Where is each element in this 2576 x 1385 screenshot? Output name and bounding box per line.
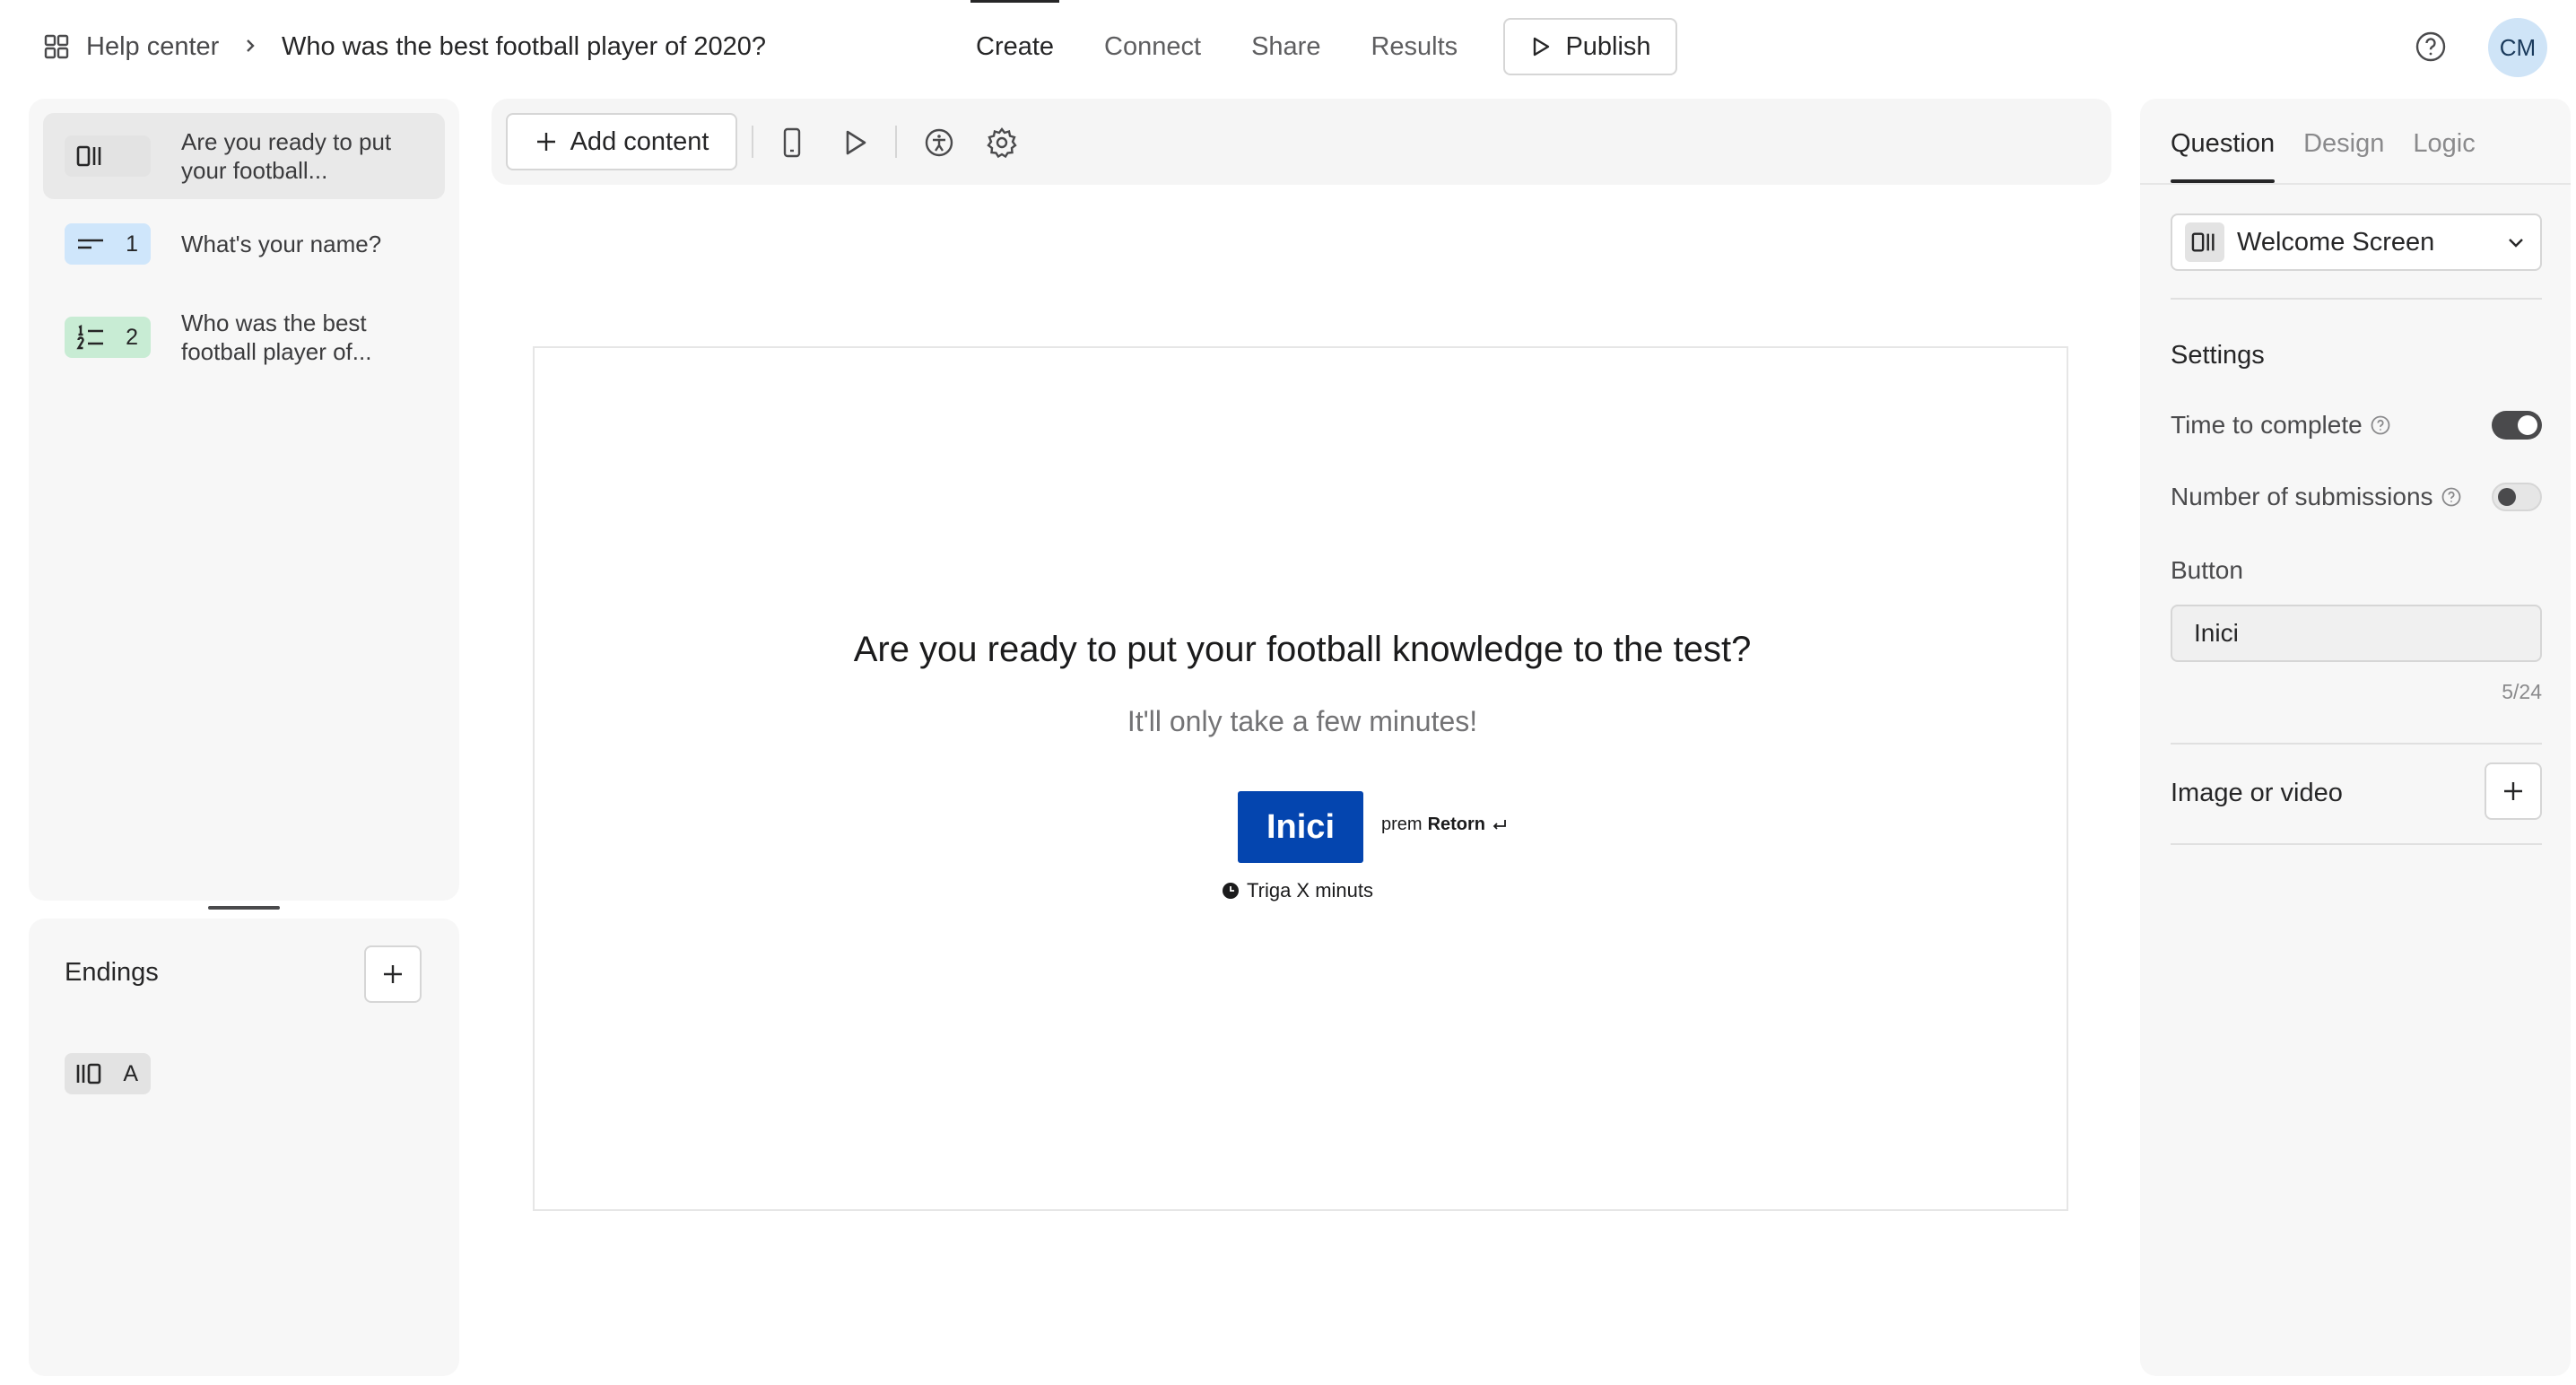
question-badge: 2 xyxy=(65,317,151,358)
info-icon[interactable] xyxy=(2441,486,2462,508)
publish-button[interactable]: Publish xyxy=(1503,18,1677,75)
question-type-select[interactable]: Welcome Screen xyxy=(2171,213,2542,271)
start-button[interactable]: Inici xyxy=(1238,791,1363,863)
press-key: Retorn xyxy=(1427,814,1486,834)
chevron-right-icon xyxy=(240,32,260,59)
ending-screen-icon xyxy=(74,1060,104,1087)
play-icon xyxy=(1529,35,1553,58)
press-enter-hint: prem Retorn xyxy=(1381,814,1509,835)
publish-label: Publish xyxy=(1565,31,1651,61)
divider xyxy=(2171,743,2542,745)
endings-panel: Endings A xyxy=(29,919,459,1376)
setting-time-to-complete: Time to complete xyxy=(2171,407,2542,443)
toolbar-divider xyxy=(752,126,753,158)
properties-tabs: Question Design Logic xyxy=(2171,126,2476,183)
divider xyxy=(2171,298,2542,300)
question-item-welcome[interactable]: Are you ready to put your football... xyxy=(43,113,445,199)
question-item-2[interactable]: 2 Who was the best football player of... xyxy=(43,301,445,373)
tab-logic[interactable]: Logic xyxy=(2413,126,2475,183)
play-preview-icon[interactable] xyxy=(838,126,872,160)
user-avatar[interactable]: CM xyxy=(2488,18,2547,77)
plus-icon xyxy=(535,130,558,153)
add-image-video-button[interactable] xyxy=(2485,762,2542,820)
panel-resize-handle[interactable] xyxy=(208,906,280,910)
char-count: 5/24 xyxy=(2502,680,2542,703)
plus-icon xyxy=(380,962,405,987)
press-prefix: prem xyxy=(1381,814,1423,834)
image-video-label: Image or video xyxy=(2171,779,2343,807)
numbered-list-icon xyxy=(75,324,106,351)
number-of-submissions-toggle[interactable] xyxy=(2492,483,2542,511)
accessibility-icon[interactable] xyxy=(922,126,956,160)
tab-create[interactable]: Create xyxy=(951,0,1079,93)
question-badge: 1 xyxy=(65,223,151,265)
add-content-button[interactable]: Add content xyxy=(506,113,737,170)
settings-gear-icon[interactable] xyxy=(985,126,1019,160)
properties-panel: Question Design Logic Welcome Screen Set… xyxy=(2140,99,2571,1376)
setting-label: Number of submissions xyxy=(2171,483,2433,510)
question-type-label: Welcome Screen xyxy=(2237,227,2435,257)
time-to-complete-hint: Triga X minuts xyxy=(1222,879,1373,902)
question-badge xyxy=(65,135,151,177)
tab-question[interactable]: Question xyxy=(2171,126,2276,183)
enter-key-icon xyxy=(1491,817,1509,833)
clock-icon xyxy=(1222,882,1240,900)
question-list-panel: Are you ready to put your football... 1 … xyxy=(29,99,459,901)
grid-icon xyxy=(43,33,70,60)
divider xyxy=(2171,843,2542,845)
plus-icon xyxy=(2501,779,2526,804)
help-icon[interactable] xyxy=(2413,29,2449,65)
time-to-complete-toggle[interactable] xyxy=(2492,411,2542,440)
button-field-label: Button xyxy=(2171,556,2243,584)
form-title[interactable]: Who was the best football player of 2020… xyxy=(282,27,784,66)
welcome-screen-icon xyxy=(75,143,106,170)
tab-results[interactable]: Results xyxy=(1345,0,1483,93)
tabs-underline xyxy=(2140,183,2571,185)
breadcrumb-root[interactable]: Help center xyxy=(43,27,219,66)
main-nav: Create Connect Share Results xyxy=(951,0,1483,93)
question-item-1[interactable]: 1 What's your name? xyxy=(43,215,445,273)
endings-title: Endings xyxy=(65,958,159,987)
mobile-preview-icon[interactable] xyxy=(775,126,809,160)
welcome-screen-icon xyxy=(2185,222,2224,262)
top-bar: Help center Who was the best football pl… xyxy=(0,0,2576,93)
setting-label: Time to complete xyxy=(2171,411,2363,439)
question-label: What's your name? xyxy=(181,231,382,257)
chevron-down-icon xyxy=(2504,231,2528,254)
ending-item-a[interactable]: A xyxy=(65,1053,151,1094)
add-ending-button[interactable] xyxy=(364,945,422,1003)
welcome-subtitle[interactable]: It'll only take a few minutes! xyxy=(535,705,2070,738)
tab-design[interactable]: Design xyxy=(2303,126,2384,183)
ending-letter: A xyxy=(123,1061,138,1086)
tab-share[interactable]: Share xyxy=(1226,0,1345,93)
question-label: Who was the best football player of... xyxy=(181,309,372,365)
question-number: 1 xyxy=(126,231,138,257)
add-content-label: Add content xyxy=(570,126,709,156)
question-number: 2 xyxy=(126,325,138,350)
editor-toolbar: Add content xyxy=(492,99,2111,185)
info-icon[interactable] xyxy=(2370,414,2391,436)
welcome-title[interactable]: Are you ready to put your football knowl… xyxy=(535,630,2070,670)
question-label: Are you ready to put your football... xyxy=(181,128,392,184)
time-text: Triga X minuts xyxy=(1247,879,1374,902)
form-preview-canvas: Are you ready to put your football knowl… xyxy=(533,346,2068,1211)
breadcrumb-root-label: Help center xyxy=(86,31,220,61)
tab-connect[interactable]: Connect xyxy=(1079,0,1226,93)
settings-title: Settings xyxy=(2171,341,2265,370)
short-text-icon xyxy=(75,233,106,255)
button-text-input[interactable] xyxy=(2171,605,2542,662)
toolbar-divider xyxy=(895,126,897,158)
setting-number-of-submissions: Number of submissions xyxy=(2171,479,2542,515)
